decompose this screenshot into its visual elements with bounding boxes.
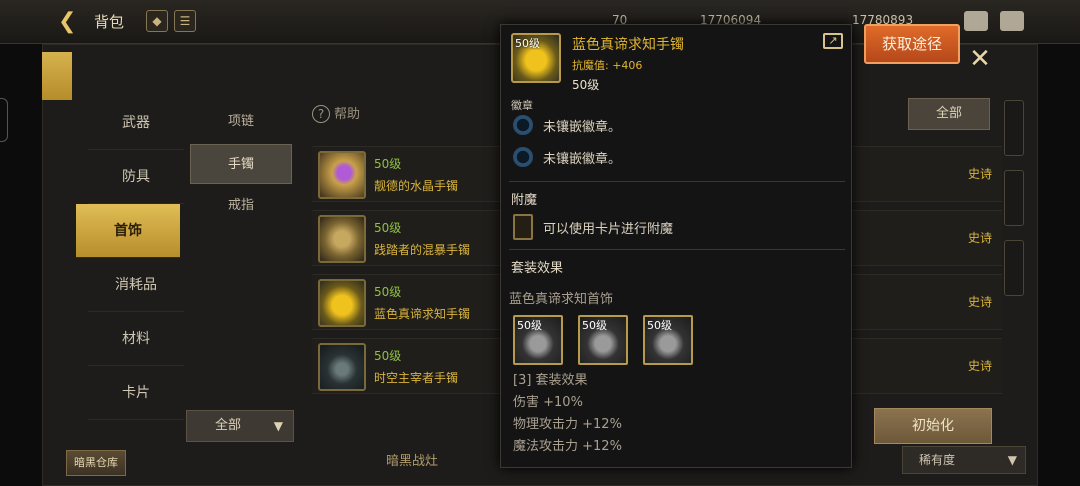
set-effect-line: 伤害 +10% xyxy=(513,395,583,410)
item-rarity: 史诗 xyxy=(967,359,992,373)
back-arrow-icon[interactable]: ❮ xyxy=(58,9,84,35)
set-effect-line: 魔法攻击力 +12% xyxy=(513,439,622,454)
enchant-title: 附魔 xyxy=(511,193,538,208)
item-rarity: 史诗 xyxy=(967,295,992,309)
set-piece-level: 50级 xyxy=(517,319,542,332)
divider xyxy=(509,249,845,250)
divider xyxy=(509,181,845,182)
subcategory-bracelet[interactable]: 手镯 xyxy=(190,144,292,184)
item-detail-popup: 50级 蓝色真谛求知手镯 抗魔值: +406 50级 ↗ 徽章 未镶嵌徽章。 未… xyxy=(500,24,852,468)
item-name: 时空主宰者手镯 xyxy=(374,371,459,385)
set-piece[interactable]: 50级 xyxy=(643,315,693,365)
item-level: 50级 xyxy=(374,157,402,171)
share-icon[interactable]: ↗ xyxy=(823,33,843,49)
menu-icon[interactable]: ☰ xyxy=(174,10,196,32)
item-icon: 50级 xyxy=(511,33,561,83)
category-accessory[interactable]: 首饰 xyxy=(76,204,180,258)
item-name: 蓝色真谛求知手镯 xyxy=(374,307,471,321)
item-level: 50级 xyxy=(374,221,402,235)
equipment-slot[interactable] xyxy=(1004,100,1024,156)
sort-dropdown-label: 稀有度 xyxy=(919,453,956,467)
badge-slot-icon xyxy=(513,147,533,167)
item-icon-level: 50级 xyxy=(515,37,540,50)
diamond-icon[interactable]: ◆ xyxy=(146,10,168,32)
bottom-label[interactable]: 暗黑战灶 xyxy=(386,450,438,469)
mail-icon[interactable] xyxy=(964,11,988,31)
item-thumbnail xyxy=(318,343,366,391)
close-icon[interactable]: ✕ xyxy=(966,46,994,74)
set-effect-header: [3] 套装效果 xyxy=(513,373,588,388)
item-thumbnail xyxy=(318,279,366,327)
category-armor[interactable]: 防具 xyxy=(88,150,184,204)
badge-slot-icon xyxy=(513,115,533,135)
subcategory-ring[interactable]: 戒指 xyxy=(190,186,292,226)
equipment-slot[interactable] xyxy=(1004,170,1024,226)
item-thumbnail xyxy=(318,151,366,199)
set-effect-title: 套装效果 xyxy=(511,261,564,276)
item-level: 50级 xyxy=(572,78,600,92)
set-effect-line: 物理攻击力 +12% xyxy=(513,417,622,432)
category-material[interactable]: 材料 xyxy=(88,312,184,366)
triangle-down-icon: ▼ xyxy=(1007,453,1017,467)
item-stat: 抗魔值: +406 xyxy=(572,59,643,72)
set-piece[interactable]: 50级 xyxy=(578,315,628,365)
category-weapon[interactable]: 武器 xyxy=(88,96,184,150)
set-name: 蓝色真谛求知首饰 xyxy=(509,292,614,307)
filter-dropdown[interactable]: 全部 ▼ xyxy=(186,410,294,442)
item-rarity: 史诗 xyxy=(967,167,992,181)
subcategory-necklace[interactable]: 项链 xyxy=(190,102,292,142)
set-piece[interactable]: 50级 xyxy=(513,315,563,365)
window-tab[interactable] xyxy=(42,52,72,100)
sort-dropdown[interactable]: 稀有度 ▼ xyxy=(902,446,1026,474)
equipment-slot[interactable] xyxy=(1004,240,1024,296)
enchant-text: 可以使用卡片进行附魔 xyxy=(543,222,674,237)
item-thumbnail xyxy=(318,215,366,263)
item-name: 践踏者的混暴手镯 xyxy=(374,243,471,257)
subcategory-list: 项链 手镯 戒指 xyxy=(190,102,292,228)
item-level: 50级 xyxy=(374,285,402,299)
help-label: 帮助 xyxy=(334,107,361,122)
set-piece-level: 50级 xyxy=(582,319,607,332)
initialize-button[interactable]: 初始化 xyxy=(874,408,992,444)
category-card[interactable]: 卡片 xyxy=(88,366,184,420)
badge-slot-text: 未镶嵌徽章。 xyxy=(543,152,622,167)
help-icon: ? xyxy=(312,105,330,123)
chat-icon[interactable] xyxy=(1000,11,1024,31)
help-link[interactable]: ? 帮助 xyxy=(312,103,360,123)
side-handle[interactable] xyxy=(0,98,8,142)
item-name: 靓德的水晶手镯 xyxy=(374,179,459,193)
category-consumable[interactable]: 消耗品 xyxy=(88,258,184,312)
badge-slot-text: 未镶嵌徽章。 xyxy=(543,120,622,135)
category-list: 武器 防具 首饰 消耗品 材料 卡片 xyxy=(76,96,184,420)
obtain-route-button[interactable]: 获取途径 xyxy=(864,24,960,64)
item-level: 50级 xyxy=(374,349,402,363)
card-slot[interactable] xyxy=(513,214,533,240)
item-rarity: 史诗 xyxy=(967,231,992,245)
page-title: 背包 xyxy=(94,13,125,31)
set-piece-level: 50级 xyxy=(647,319,672,332)
triangle-down-icon: ▼ xyxy=(273,419,283,433)
badge-section-label: 徽章 xyxy=(511,99,533,112)
filter-all-button[interactable]: 全部 xyxy=(908,98,990,130)
storage-tab[interactable]: 暗黑仓库 xyxy=(66,450,126,476)
item-title: 蓝色真谛求知手镯 xyxy=(572,37,684,53)
filter-dropdown-label: 全部 xyxy=(215,418,242,433)
